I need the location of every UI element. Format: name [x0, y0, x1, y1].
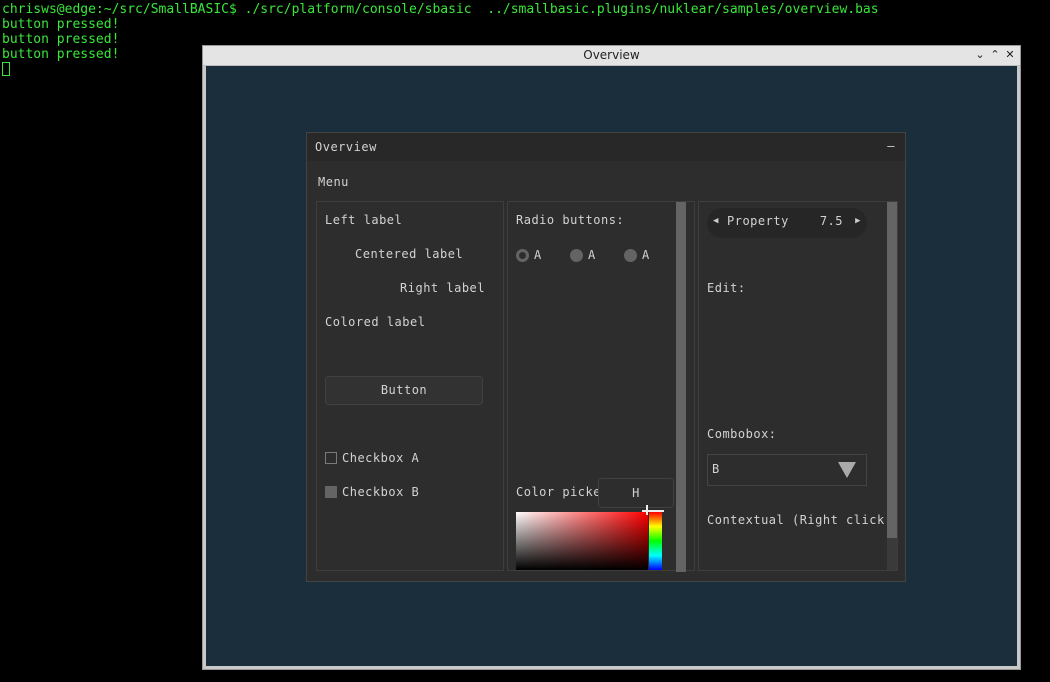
increment-icon[interactable]: ▶	[855, 216, 861, 226]
checkbox-a[interactable]: Checkbox A	[325, 451, 419, 465]
left-label: Left label	[325, 213, 403, 227]
checkbox-a-label: Checkbox A	[342, 451, 420, 465]
app-window: Overview ⌄ ⌃ ✕ Overview – Menu Left labe…	[202, 45, 1021, 670]
checkbox-a-box[interactable]	[325, 452, 337, 464]
window-titlebar[interactable]: Overview ⌄ ⌃ ✕	[203, 46, 1020, 66]
contextual-label[interactable]: Contextual (Right click	[707, 513, 885, 527]
main-button[interactable]: Button	[325, 376, 483, 405]
radio-group: A A A	[516, 248, 678, 262]
right-label: Right label	[400, 281, 485, 295]
radio-color-group: Radio buttons: A A A Color picker H	[507, 201, 695, 572]
combobox-label: Combobox:	[707, 427, 777, 441]
radio-option[interactable]: A	[570, 248, 624, 262]
panel-header[interactable]: Overview –	[307, 133, 905, 161]
hue-button[interactable]: H	[598, 478, 674, 508]
terminal-cursor	[2, 62, 10, 76]
checkbox-b-label: Checkbox B	[342, 485, 420, 499]
window-title: Overview	[583, 48, 640, 62]
hue-slider[interactable]	[649, 512, 662, 570]
property-value: 7.5	[819, 214, 843, 228]
property-name: Property	[727, 214, 789, 228]
saturation-value-picker[interactable]	[516, 512, 648, 570]
terminal-line: button pressed!	[2, 17, 120, 32]
panel-title: Overview	[315, 140, 377, 154]
group-scrollbar[interactable]	[887, 202, 897, 570]
panel-minimize-button[interactable]: –	[887, 139, 895, 153]
checkbox-b-box[interactable]	[325, 486, 337, 498]
radio-dot[interactable]	[570, 248, 583, 262]
property-widget[interactable]: ◀ Property 7.5 ▶	[707, 208, 867, 238]
property-group: ◀ Property 7.5 ▶ Edit: Combobox: B Conte…	[698, 201, 898, 571]
sv-cursor	[646, 505, 648, 515]
overview-panel: Overview – Menu Left label Centered labe…	[306, 132, 906, 582]
maximize-icon[interactable]: ⌃	[989, 47, 1001, 63]
radio-buttons-title: Radio buttons:	[516, 213, 625, 227]
terminal-prompt: chrisws@edge:~/src/SmallBASIC$ ./src/pla…	[2, 2, 879, 17]
colored-label: Colored label	[325, 315, 426, 329]
checkbox-b[interactable]: Checkbox B	[325, 485, 419, 499]
scrollbar-thumb[interactable]	[887, 202, 897, 538]
radio-option[interactable]: A	[516, 248, 570, 262]
color-picker-label: Color picker	[516, 485, 609, 499]
menu-button[interactable]: Menu	[318, 175, 349, 189]
minimize-icon[interactable]: ⌄	[974, 47, 986, 63]
radio-option[interactable]: A	[624, 248, 678, 262]
radio-label: A	[588, 248, 596, 262]
radio-dot[interactable]	[624, 248, 637, 262]
window-client-area: Overview – Menu Left label Centered labe…	[206, 66, 1017, 666]
close-icon[interactable]: ✕	[1004, 47, 1016, 63]
dropdown-triangle-icon[interactable]	[838, 462, 856, 478]
radio-dot[interactable]	[516, 248, 529, 262]
centered-label: Centered label	[355, 247, 464, 261]
combobox[interactable]: B	[707, 454, 867, 486]
scrollbar-thumb[interactable]	[676, 202, 686, 572]
combobox-value: B	[712, 462, 720, 476]
group-scrollbar[interactable]	[676, 202, 686, 572]
radio-label: A	[642, 248, 650, 262]
decrement-icon[interactable]: ◀	[713, 216, 719, 226]
labels-group: Left label Centered label Right label Co…	[316, 201, 504, 571]
edit-label: Edit:	[707, 281, 746, 295]
radio-label: A	[534, 248, 542, 262]
